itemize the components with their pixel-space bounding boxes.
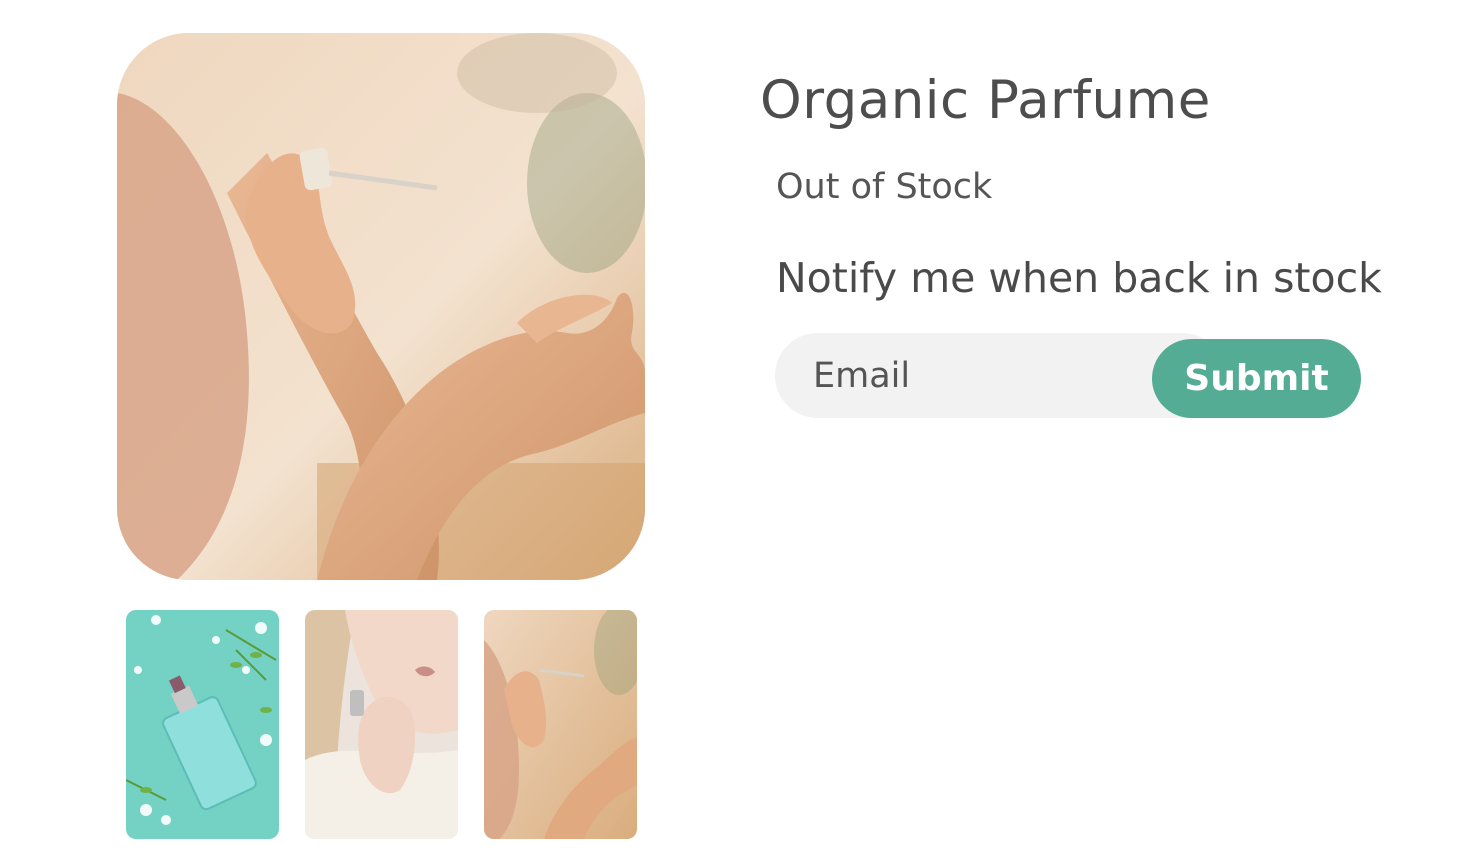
product-title: Organic Parfume bbox=[760, 70, 1211, 131]
thumbnail-perfume-bottle[interactable] bbox=[126, 610, 279, 839]
notify-heading: Notify me when back in stock bbox=[776, 254, 1382, 302]
stock-status: Out of Stock bbox=[776, 167, 993, 207]
thumbnail-hands-dropper[interactable] bbox=[484, 610, 637, 839]
notify-form: Submit bbox=[775, 333, 1365, 421]
main-product-image bbox=[117, 33, 645, 580]
product-page: Organic Parfume Out of Stock Notify me w… bbox=[0, 0, 1479, 862]
submit-button[interactable]: Submit bbox=[1152, 339, 1361, 418]
thumbnail-woman-spraying[interactable] bbox=[305, 610, 458, 839]
